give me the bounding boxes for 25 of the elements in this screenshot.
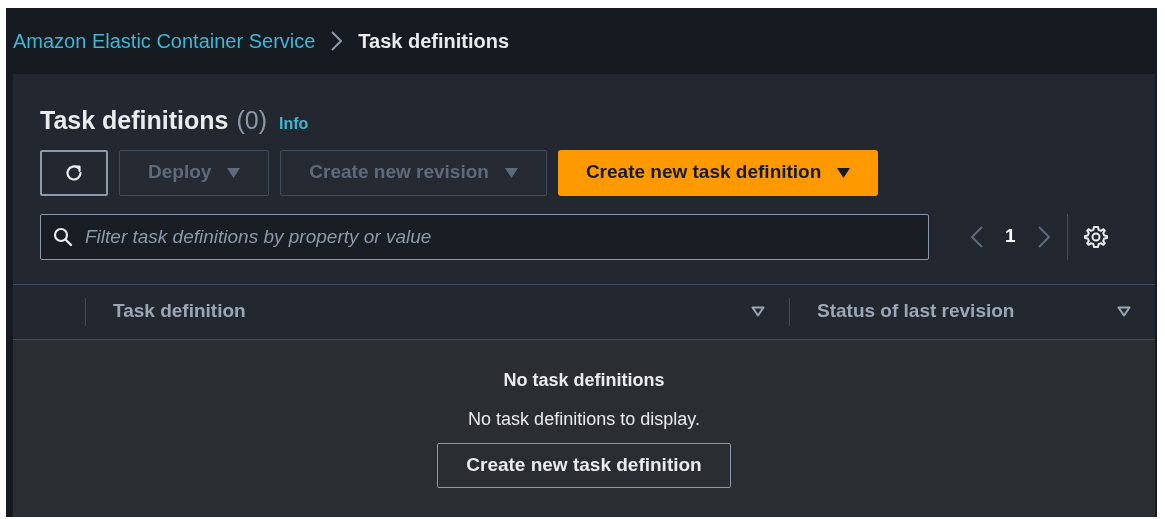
empty-state-message: No task definitions to display.	[468, 407, 700, 431]
refresh-icon	[64, 162, 84, 183]
column-header[interactable]: Task definition	[113, 297, 751, 326]
settings-icon[interactable]	[1083, 224, 1108, 249]
info-link[interactable]: Info	[279, 112, 309, 136]
panel-title: Task definitions	[40, 105, 229, 136]
caret-icon	[837, 167, 851, 178]
sort-icon[interactable]	[1117, 306, 1131, 317]
refresh-button[interactable]	[40, 149, 108, 196]
caret-icon	[504, 167, 518, 178]
chevron-right-icon	[331, 31, 343, 51]
column-header[interactable]: Status of last revision	[817, 297, 1117, 326]
search-icon	[53, 226, 73, 247]
create-task-definition-button[interactable]: Create new task definition	[557, 149, 879, 196]
breadcrumb-current: Task definitions	[358, 29, 510, 54]
next-page-icon[interactable]	[1037, 225, 1050, 248]
caret-icon	[227, 167, 241, 178]
previous-page-icon[interactable]	[971, 225, 983, 248]
empty-state-title: No task definitions	[503, 368, 665, 392]
page-number[interactable]: 1	[1005, 222, 1016, 251]
filter-field[interactable]: Filter task definitions by property or value	[40, 213, 929, 260]
item-count: (0)	[236, 105, 267, 136]
sort-icon[interactable]	[751, 306, 765, 317]
breadcrumb-link[interactable]: Amazon Elastic Container Service	[13, 26, 316, 56]
create-task-definition-button[interactable]: Create new task definition	[437, 442, 731, 488]
